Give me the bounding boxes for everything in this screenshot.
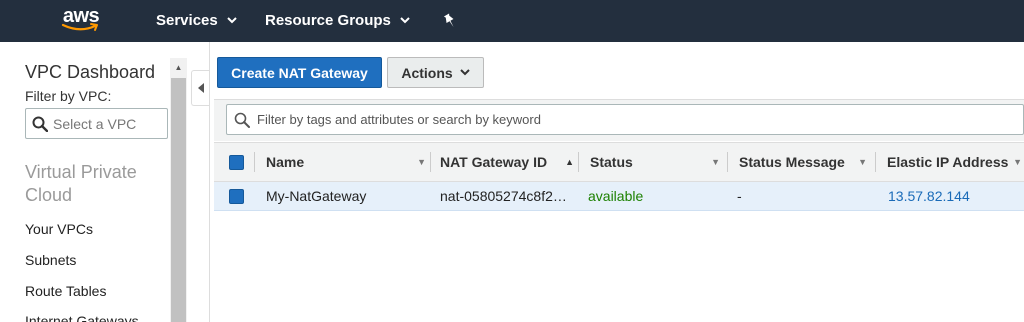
sort-down-icon: ▼ — [858, 157, 867, 167]
filter-by-vpc-label: Filter by VPC: — [25, 88, 112, 104]
sort-up-icon: ▲ — [565, 157, 574, 167]
table-row[interactable]: My-NatGateway nat-05805274c8f2… availabl… — [214, 182, 1024, 211]
scrollbar-thumb[interactable] — [171, 78, 186, 322]
actions-label: Actions — [401, 64, 453, 81]
column-nat-gateway-id-label: NAT Gateway ID — [440, 154, 548, 170]
aws-smile-icon — [61, 23, 98, 31]
sort-down-icon: ▼ — [1013, 157, 1022, 167]
column-name-label: Name — [266, 154, 305, 170]
column-header-status-message[interactable]: Status Message ▼ — [739, 143, 875, 181]
sort-down-icon: ▼ — [711, 157, 720, 167]
select-all-checkbox[interactable] — [229, 154, 244, 170]
column-divider — [254, 152, 255, 172]
column-header-name[interactable]: Name ▼ — [266, 143, 434, 181]
sidebar-scrollbar[interactable]: ▲ — [170, 58, 187, 322]
search-placeholder: Filter by tags and attributes or search … — [257, 112, 541, 127]
left-sidebar: VPC Dashboard Filter by VPC: Select a VP… — [0, 42, 188, 322]
cell-name: My-NatGateway — [266, 188, 367, 204]
vpc-filter-select[interactable]: Select a VPC — [25, 108, 168, 139]
select-all-checkbox-cell — [229, 143, 245, 181]
cell-nat-gateway-id: nat-05805274c8f2… — [440, 188, 567, 204]
aws-logo[interactable]: aws — [58, 6, 104, 36]
column-elastic-ip-label: Elastic IP Address — [887, 154, 1009, 170]
table-header: Name ▼ NAT Gateway ID ▲ Status ▼ Status … — [214, 142, 1024, 182]
resource-groups-label: Resource Groups — [265, 12, 391, 29]
filter-search-input[interactable]: Filter by tags and attributes or search … — [226, 104, 1024, 135]
vpc-dashboard-title[interactable]: VPC Dashboard — [25, 62, 155, 83]
chevron-down-icon — [227, 17, 237, 24]
actions-button[interactable]: Actions — [387, 57, 484, 88]
row-checkbox-cell — [229, 182, 245, 210]
column-header-status[interactable]: Status ▼ — [590, 143, 728, 181]
scroll-up-arrow-icon[interactable]: ▲ — [170, 58, 187, 76]
resource-groups-menu[interactable]: Resource Groups — [265, 12, 410, 29]
create-nat-gateway-button[interactable]: Create NAT Gateway — [217, 57, 382, 88]
column-divider — [727, 152, 728, 172]
collapse-sidebar-button[interactable] — [191, 70, 209, 106]
column-status-message-label: Status Message — [739, 154, 845, 170]
services-label: Services — [156, 12, 218, 29]
sort-down-icon: ▼ — [417, 157, 426, 167]
cell-elastic-ip-link[interactable]: 13.57.82.144 — [888, 182, 1018, 210]
column-divider — [875, 152, 876, 172]
search-icon — [32, 116, 48, 132]
vpc-select-placeholder: Select a VPC — [53, 115, 137, 132]
caret-left-icon — [197, 83, 204, 93]
virtual-private-cloud-heading: Virtual Private Cloud — [25, 162, 137, 205]
pushpin-icon[interactable] — [443, 13, 457, 29]
row-checkbox[interactable] — [229, 188, 244, 204]
sidebar-item-route-tables[interactable]: Route Tables — [25, 283, 106, 299]
column-header-elastic-ip-address[interactable]: Elastic IP Address ▼ — [887, 143, 1024, 181]
sidebar-item-internet-gateways[interactable]: Internet Gateways — [25, 313, 139, 322]
column-divider — [578, 152, 579, 172]
cell-status: available — [588, 188, 644, 204]
column-status-label: Status — [590, 154, 633, 170]
column-header-nat-gateway-id[interactable]: NAT Gateway ID ▲ — [440, 143, 582, 181]
search-icon — [234, 112, 250, 128]
top-navigation-bar: aws Services Resource Groups — [0, 0, 1024, 42]
cell-status-message: - — [737, 188, 742, 204]
chevron-down-icon — [400, 17, 410, 24]
sidebar-item-your-vpcs[interactable]: Your VPCs — [25, 221, 93, 237]
sidebar-item-subnets[interactable]: Subnets — [25, 252, 76, 268]
services-menu[interactable]: Services — [156, 12, 237, 29]
chevron-down-icon — [459, 69, 470, 76]
column-divider — [430, 152, 431, 172]
